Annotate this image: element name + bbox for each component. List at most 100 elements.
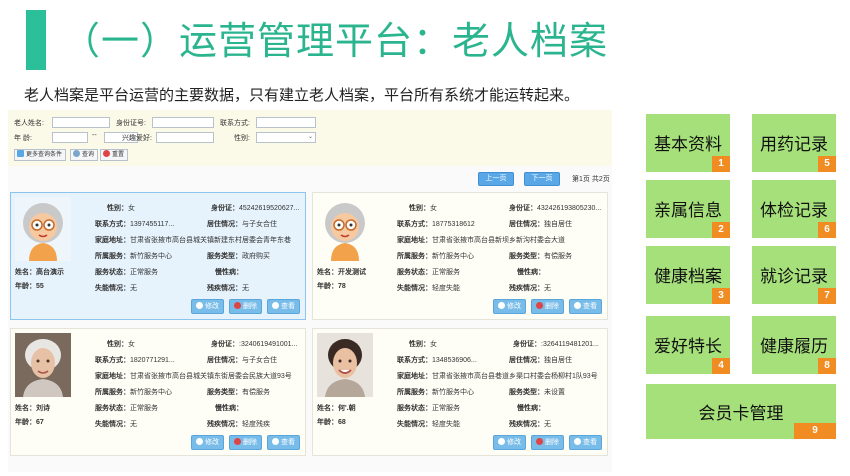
- id-field: 身份证：432426193805230...: [509, 205, 602, 212]
- view-button[interactable]: 查看: [267, 299, 300, 314]
- contact-field: 联系方式：1820771291...: [95, 357, 175, 364]
- edit-button[interactable]: 修改: [493, 299, 526, 314]
- query-label: 查询: [82, 152, 95, 158]
- name-input[interactable]: [52, 117, 110, 128]
- tile-relatives-info[interactable]: 亲属信息 2: [646, 180, 730, 238]
- disability-field: 失能情况：轻度失能: [397, 421, 460, 428]
- tile-label: 体检记录: [760, 201, 828, 220]
- hobby-label: 兴趣爱好:: [122, 135, 152, 142]
- elder-name: 姓名：高台演示: [15, 269, 64, 276]
- elder-age: 年龄：55: [15, 283, 44, 290]
- tile-medication-records[interactable]: 用药记录 5: [752, 114, 836, 172]
- elder-card[interactable]: 姓名：高台演示 年龄：55 性别：女 身份证：45242619520627...…: [10, 192, 306, 320]
- name-label: 老人姓名:: [14, 120, 44, 127]
- tile-hobbies[interactable]: 爱好特长 4: [646, 316, 730, 374]
- page-info: 第1页 共2页: [572, 176, 610, 183]
- slide: （一）运营管理平台：老人档案 老人档案是平台运营的主要数据，只有建立老人档案，平…: [0, 0, 850, 476]
- hobby-input[interactable]: [156, 132, 214, 143]
- next-page-button[interactable]: 下一页: [524, 172, 560, 186]
- elder-name: 姓名：何'.朝: [317, 405, 356, 412]
- chronic-field: 慢性病：: [517, 405, 545, 412]
- service-type-field: 服务类型：政府购买: [207, 253, 270, 260]
- elder-name: 姓名：开发测试: [317, 269, 366, 276]
- edit-button[interactable]: 修改: [493, 435, 526, 450]
- edit-button[interactable]: 修改: [191, 299, 224, 314]
- elder-age: 年龄：67: [15, 419, 44, 426]
- address-field: 家庭地址：甘肃省张掖市高台县巷道乡渠口村委会杨柳村1队93号: [397, 373, 598, 380]
- view-button[interactable]: 查看: [569, 435, 602, 450]
- tile-checkup-records[interactable]: 体检记录 6: [752, 180, 836, 238]
- gender-field: 性别：女: [409, 205, 437, 212]
- age-label: 年 龄:: [14, 135, 32, 142]
- delete-icon: [234, 438, 241, 445]
- delete-button[interactable]: 删除: [531, 435, 564, 450]
- tile-label: 健康履历: [760, 337, 828, 356]
- id-label: 身份证号:: [116, 120, 146, 127]
- elder-card[interactable]: 姓名：开发测试 年龄：78 性别：女 身份证：432426193805230..…: [312, 192, 608, 320]
- edit-button[interactable]: 修改: [191, 435, 224, 450]
- magnifier-icon: [574, 302, 581, 309]
- delete-button[interactable]: 删除: [531, 299, 564, 314]
- search-icon: [73, 150, 80, 157]
- elder-card[interactable]: 姓名：刘诗 年龄：67 性别：女 身份证：:3240619491001... 联…: [10, 328, 306, 456]
- pencil-icon: [196, 302, 203, 309]
- tile-basic-info[interactable]: 基本资料 1: [646, 114, 730, 172]
- tile-label: 用药记录: [760, 135, 828, 154]
- delete-button[interactable]: 删除: [229, 435, 262, 450]
- tile-membership-card[interactable]: 会员卡管理 9: [646, 384, 836, 439]
- view-button[interactable]: 查看: [569, 299, 602, 314]
- contact-field: 联系方式：1348536906...: [397, 357, 477, 364]
- agency-field: 所属服务：新竹服务中心: [397, 253, 474, 260]
- gender-select[interactable]: ⌄: [256, 132, 316, 143]
- status-field: 服务状态：正常服务: [95, 405, 158, 412]
- agency-field: 所属服务：新竹服务中心: [95, 389, 172, 396]
- tile-label: 健康档案: [654, 267, 722, 286]
- address-field: 家庭地址：甘肃省张掖市高台县新坝乡新沟村委会大道: [397, 237, 565, 244]
- id-field: 身份证：45242619520627...: [211, 205, 300, 212]
- gender-field: 性别：女: [409, 341, 437, 348]
- service-type-field: 服务类型：未设置: [509, 389, 565, 396]
- age-range-dash: --: [92, 132, 97, 139]
- delete-button[interactable]: 删除: [229, 299, 262, 314]
- service-type-field: 服务类型：有偿服务: [207, 389, 270, 396]
- disability-field: 失能情况：无: [95, 285, 137, 292]
- contact-label: 联系方式:: [220, 120, 250, 127]
- elder-card[interactable]: 姓名：何'.朝 年龄：68 性别：女 身份证：:3264119481201...…: [312, 328, 608, 456]
- view-button[interactable]: 查看: [267, 435, 300, 450]
- tile-health-history[interactable]: 健康履历 8: [752, 316, 836, 374]
- address-field: 家庭地址：甘肃省张掖市高台县城关镇东街居委会民族大道93号: [95, 373, 292, 380]
- search-panel: 老人姓名: 身份证号: 联系方式: 年 龄: -- 兴趣爱好: 性别: ⌄ 更多…: [8, 110, 612, 166]
- age-min-input[interactable]: [52, 132, 88, 143]
- elder-age: 年龄：68: [317, 419, 346, 426]
- chronic-field: 慢性病：: [215, 405, 243, 412]
- title-accent-bar: [26, 10, 46, 70]
- tile-number-badge: 5: [818, 156, 836, 172]
- magnifier-icon: [272, 302, 279, 309]
- query-button[interactable]: 查询: [70, 149, 99, 161]
- tile-health-records[interactable]: 健康档案 3: [646, 246, 730, 304]
- address-field: 家庭地址：甘肃省张掖市高台县城关镇新建东村居委会青年东巷: [95, 237, 291, 244]
- gender-label: 性别:: [234, 135, 250, 142]
- tile-label: 基本资料: [654, 135, 722, 154]
- tile-label: 爱好特长: [654, 337, 722, 356]
- id-field: 身份证：:3264119481201...: [513, 341, 599, 348]
- pencil-icon: [498, 302, 505, 309]
- more-conditions-button[interactable]: 更多查询条件: [14, 149, 67, 161]
- page-subtitle: 老人档案是平台运营的主要数据，只有建立老人档案，平台所有系统才能运转起来。: [24, 87, 580, 104]
- status-field: 服务状态：正常服务: [397, 405, 460, 412]
- tile-visit-records[interactable]: 就诊记录 7: [752, 246, 836, 304]
- contact-field: 联系方式：18775318612: [397, 221, 475, 228]
- delete-icon: [234, 302, 241, 309]
- prev-page-button[interactable]: 上一页: [478, 172, 514, 186]
- contact-input[interactable]: [256, 117, 316, 128]
- living-field: 居住情况：独自居住: [509, 357, 572, 364]
- tile-number-badge: 1: [712, 156, 730, 172]
- elder-age: 年龄：78: [317, 283, 346, 290]
- gender-field: 性别：女: [107, 205, 135, 212]
- id-input[interactable]: [152, 117, 214, 128]
- status-field: 服务状态：正常服务: [95, 269, 158, 276]
- expand-icon: [17, 150, 24, 157]
- elder-name: 姓名：刘诗: [15, 405, 50, 412]
- handicap-field: 残疾情况：无: [207, 285, 249, 292]
- reset-button[interactable]: 重置: [100, 149, 129, 161]
